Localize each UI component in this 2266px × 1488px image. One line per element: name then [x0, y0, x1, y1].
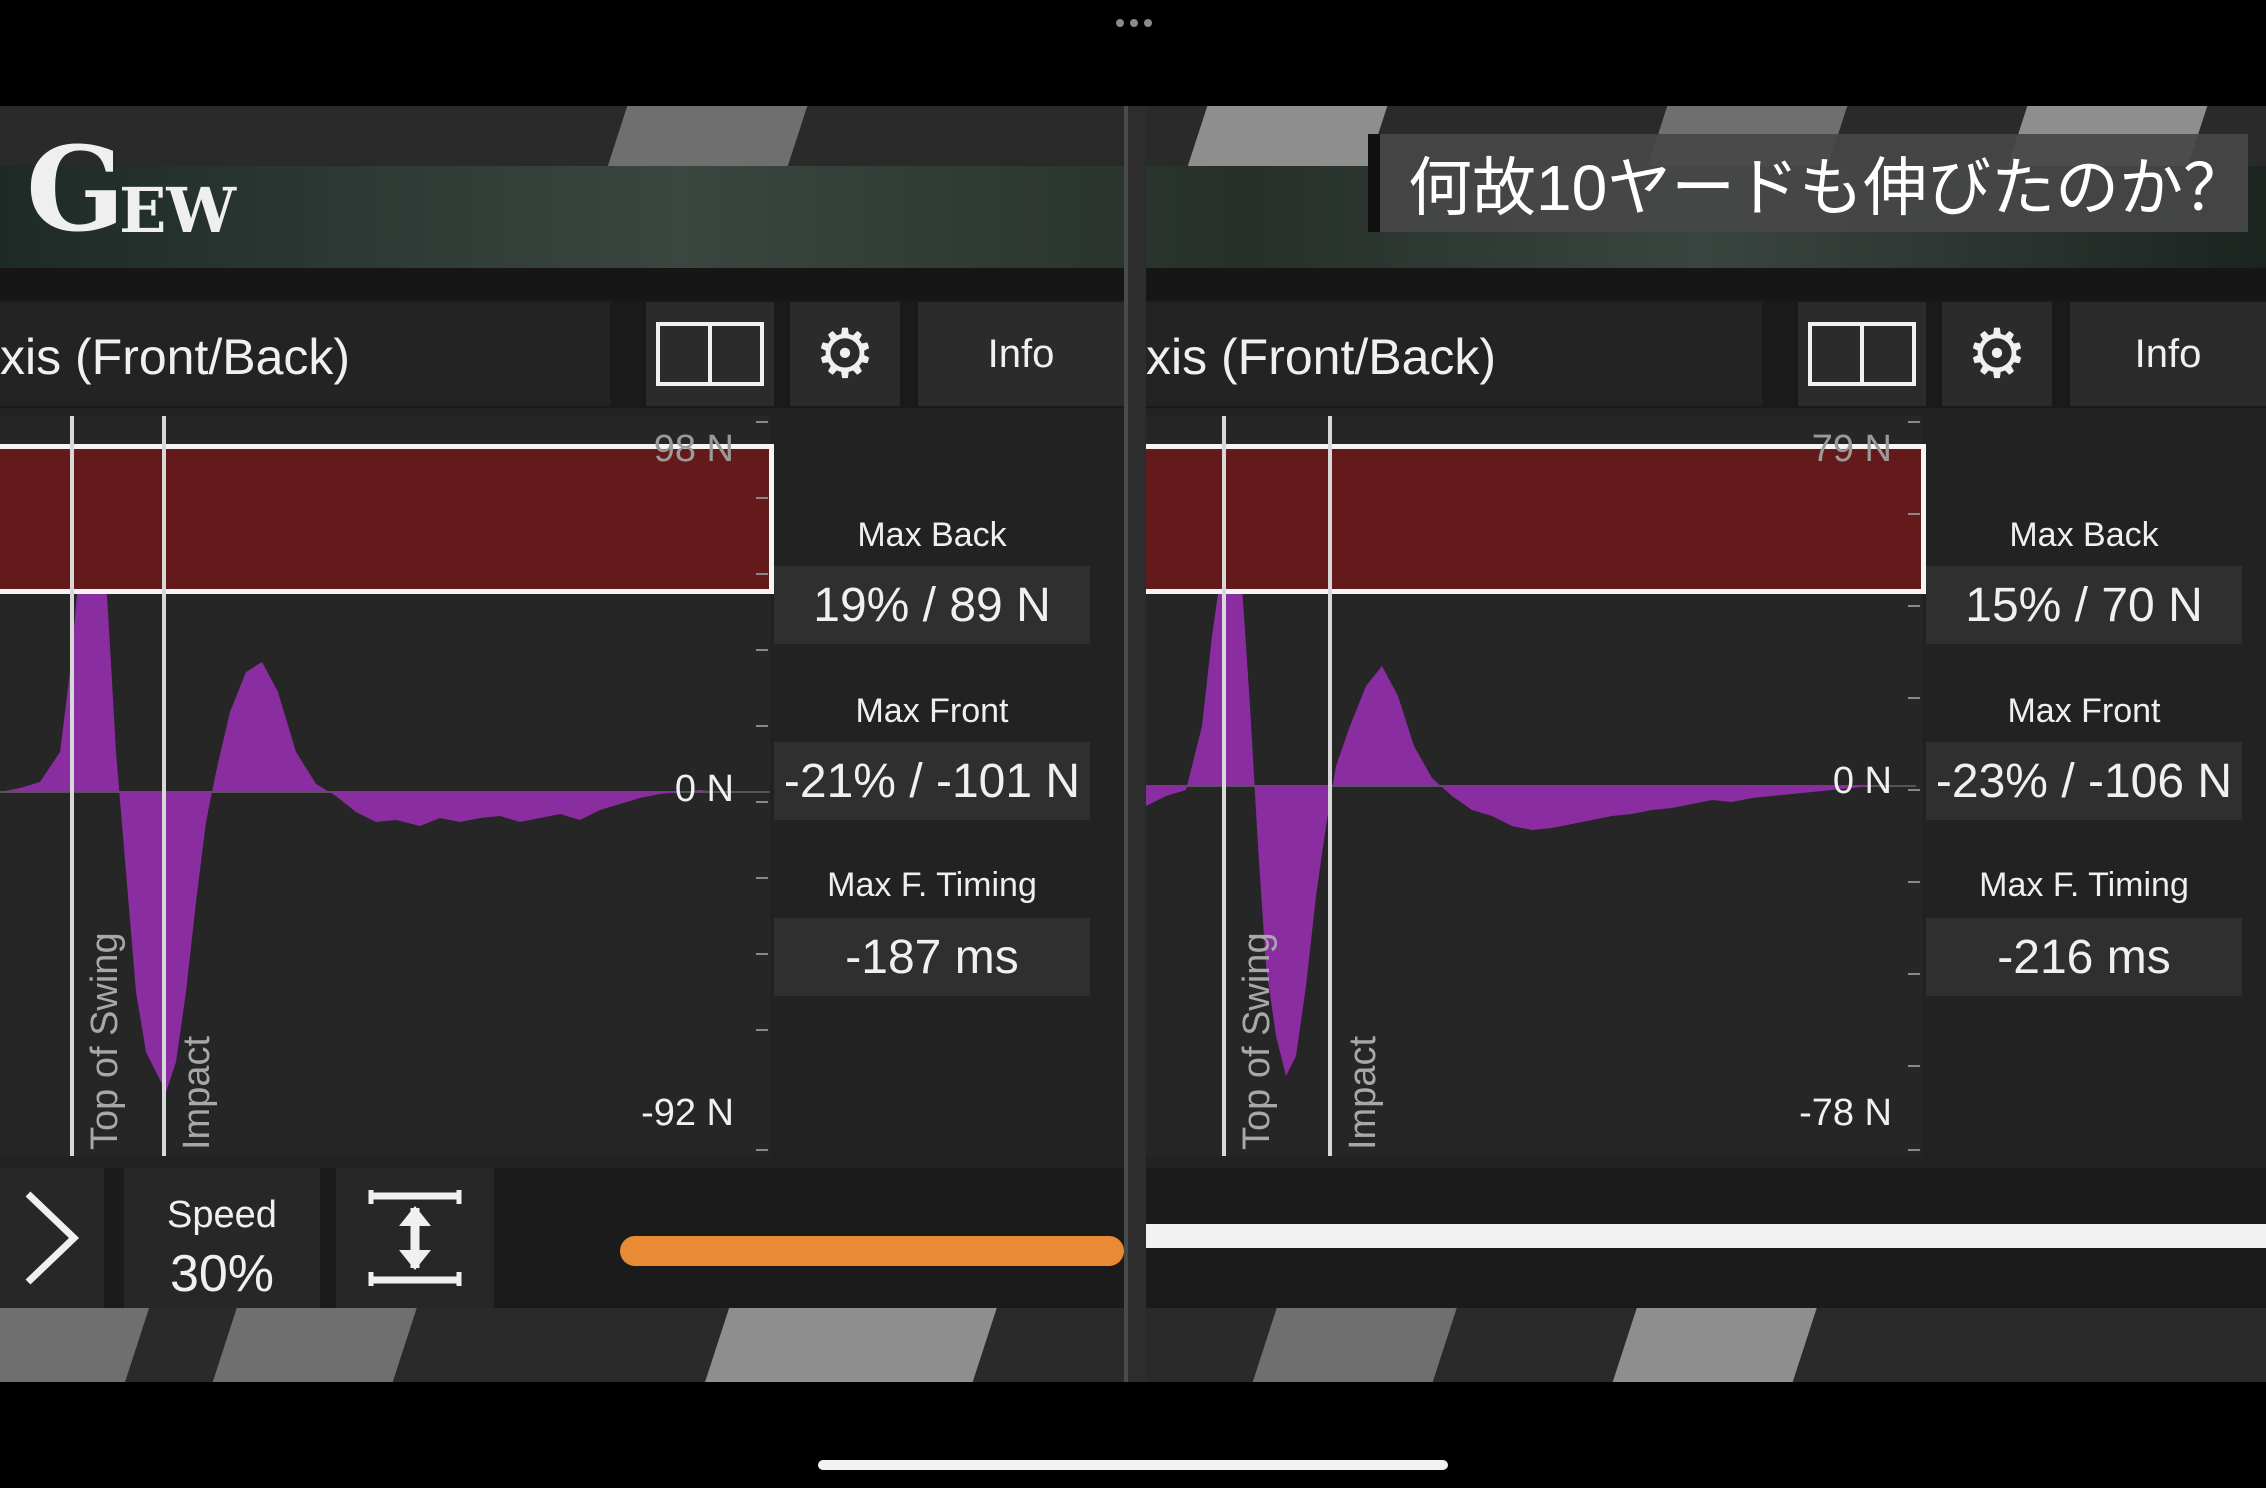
top-of-swing-line	[1222, 416, 1226, 1156]
speed-value: 30%	[169, 1245, 275, 1303]
max-back-value: 15% / 70 N	[1926, 566, 2242, 644]
panel-title: xis (Front/Back)	[1146, 329, 1497, 385]
max-timing-label: Max F. Timing	[1979, 866, 2189, 904]
right-analysis-panel: xis (Front/Back) ⚙ Info Top of Swing Imp…	[1146, 300, 2266, 1308]
info-button[interactable]: Info	[2070, 302, 2266, 406]
impact-label: Impact	[1342, 1035, 1384, 1150]
title-box: xis (Front/Back)	[0, 302, 610, 406]
chevron-right-icon	[25, 1191, 80, 1285]
max-back-value: 19% / 89 N	[774, 566, 1090, 644]
logo-letters-ew: EW	[119, 174, 236, 247]
split-view-icon	[656, 322, 764, 386]
y-axis-zero-label: 0 N	[1832, 760, 1892, 802]
impact-line	[1328, 416, 1332, 1156]
gear-icon: ⚙	[814, 316, 876, 392]
fit-height-button[interactable]	[336, 1168, 494, 1308]
split-view-icon	[1808, 322, 1916, 386]
top-of-swing-line	[70, 416, 74, 1156]
gear-icon: ⚙	[1966, 316, 2028, 392]
max-timing-value: -187 ms	[774, 918, 1090, 996]
playback-progress[interactable]	[620, 1236, 1124, 1266]
top-of-swing-label: Top of Swing	[84, 932, 126, 1150]
max-front-label: Max Front	[855, 692, 1009, 730]
impact-line	[162, 416, 166, 1156]
home-indicator[interactable]	[818, 1460, 1448, 1470]
force-chart[interactable]: Top of Swing Impact 98 N 0 N -92 N	[0, 416, 774, 1156]
y-axis-max-label: 98 N	[653, 428, 734, 470]
video-caption: 何故10ヤードも伸びたのか？	[1368, 134, 2248, 232]
info-label: Info	[987, 331, 1055, 376]
panel-title: xis (Front/Back)	[0, 329, 351, 385]
max-back-label: Max Back	[2009, 516, 2159, 554]
panel-divider[interactable]	[1124, 106, 1146, 1382]
y-axis-min-label: -92 N	[641, 1092, 734, 1134]
left-analysis-panel: xis (Front/Back) ⚙ Info Top of Swing Imp…	[0, 300, 1124, 1308]
max-timing-label: Max F. Timing	[827, 866, 1037, 904]
max-front-label: Max Front	[2007, 692, 2161, 730]
max-timing-value: -216 ms	[1926, 918, 2242, 996]
split-view-button[interactable]	[1798, 302, 1926, 406]
speed-button[interactable]: Speed 30%	[124, 1168, 320, 1308]
playback-bar	[1146, 1168, 2266, 1308]
y-axis-max-label: 79 N	[1811, 428, 1892, 470]
playback-progress[interactable]	[1146, 1224, 2266, 1248]
gew-logo: G EW	[26, 132, 236, 248]
force-chart[interactable]: Top of Swing Impact 79 N 0 N -78 N	[1146, 416, 1926, 1156]
y-axis-zero-label: 0 N	[674, 768, 734, 810]
y-axis-ticks	[1908, 421, 1920, 1151]
info-button[interactable]: Info	[918, 302, 1124, 406]
panel-header: xis (Front/Back) ⚙ Info	[1146, 300, 2266, 408]
next-button[interactable]	[0, 1168, 104, 1308]
playback-bar: Speed 30%	[0, 1168, 1124, 1308]
split-view-button[interactable]	[646, 302, 774, 406]
speed-label: Speed	[167, 1194, 277, 1236]
stats-column: Max Back 19% / 89 N Max Front -21% / -10…	[774, 416, 1090, 1156]
y-axis-min-label: -78 N	[1799, 1092, 1892, 1134]
max-front-value: -21% / -101 N	[774, 742, 1090, 820]
stats-column: Max Back 15% / 70 N Max Front -23% / -10…	[1926, 416, 2242, 1156]
y-axis-ticks	[756, 421, 768, 1151]
settings-button[interactable]: ⚙	[1942, 302, 2052, 406]
settings-button[interactable]: ⚙	[790, 302, 900, 406]
impact-label: Impact	[176, 1035, 218, 1150]
more-options-icon[interactable]	[1110, 14, 1158, 32]
panel-header: xis (Front/Back) ⚙ Info	[0, 300, 1124, 408]
title-box: xis (Front/Back)	[1146, 302, 1762, 406]
top-of-swing-label: Top of Swing	[1236, 932, 1278, 1150]
fit-vertical-icon	[368, 1190, 462, 1286]
max-back-label: Max Back	[857, 516, 1007, 554]
max-front-value: -23% / -106 N	[1926, 742, 2242, 820]
info-label: Info	[2134, 331, 2202, 376]
logo-letter-g: G	[26, 122, 126, 258]
